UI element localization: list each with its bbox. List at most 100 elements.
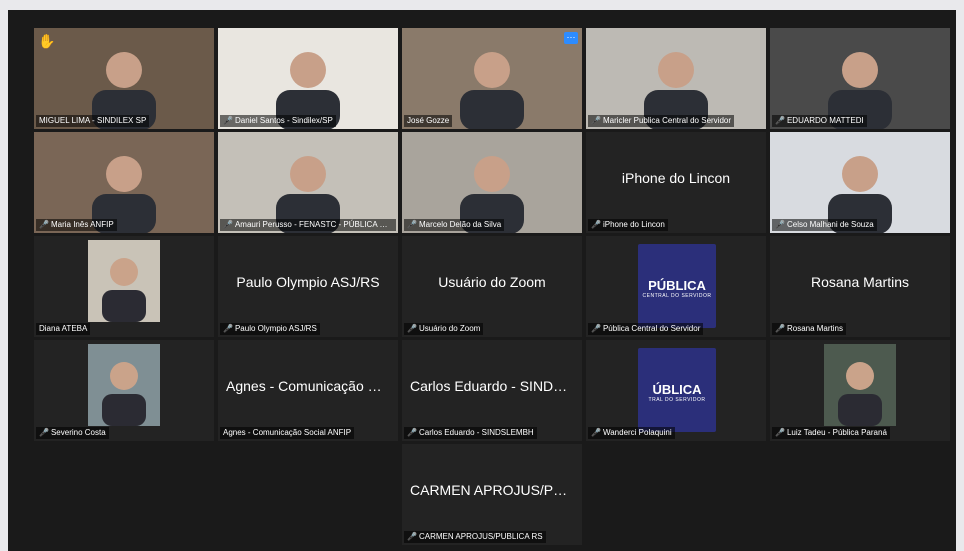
participant-name-label: Agnes - Comunicação Social ANFIP [220,427,355,439]
muted-mic-icon: 🎤 [223,220,233,229]
participant-name: Luiz Tadeu - Pública Paraná [786,428,887,437]
participant-name-label: 🎤 Carlos Eduardo - SINDSLEMBH [404,427,537,439]
participant-name: José Gozze [407,116,450,125]
participant-name: Rosana Martins [786,324,843,333]
participant-tile[interactable]: 🎤 Amauri Perusso - FENASTC - PÚBLICA Ce..… [218,132,398,233]
participant-name-label: 🎤 Pública Central do Servidor [588,323,704,335]
participant-name: Wanderci Polaquini [602,428,672,437]
participant-name-label: 🎤 Rosana Martins [772,323,846,335]
participant-display-name: CARMEN APROJUS/PUBL... [410,482,582,498]
participant-name: Daniel Santos - Sindilex/SP [234,116,333,125]
participant-tile[interactable]: 🎤 Celso Malhani de Souza [770,132,950,233]
participant-tile[interactable]: 🎤 Daniel Santos - Sindilex/SP [218,28,398,129]
participant-name: Maricler Publica Central do Servidor [602,116,732,125]
participant-name: Agnes - Comunicação Social ANFIP [223,428,352,437]
participant-name-label: 🎤 Severino Costa [36,427,109,439]
participant-video [402,28,582,129]
participant-video-thumbnail [824,344,896,426]
participant-name: iPhone do Lincon [602,220,665,229]
participant-name: MIGUEL LIMA - SINDILEX SP [39,116,147,125]
participant-name-label: 🎤 Maria Inês ANFIP [36,219,117,231]
participant-name: Celso Malhani de Souza [786,220,874,229]
participant-name: Marcelo Delão da Silva [418,220,502,229]
participant-video [770,132,950,233]
participant-tile[interactable]: 🎤 Maria Inês ANFIP [34,132,214,233]
participant-name: EDUARDO MATTEDI [786,116,864,125]
muted-mic-icon: 🎤 [39,428,49,437]
muted-mic-icon: 🎤 [407,324,417,333]
participant-name: CARMEN APROJUS/PUBLICA RS [418,532,543,541]
muted-mic-icon: 🎤 [591,116,601,125]
participant-tile[interactable]: 🎤 Severino Costa [34,340,214,441]
participant-tile[interactable]: iPhone do Lincon 🎤 iPhone do Lincon [586,132,766,233]
participant-tile[interactable]: Usuário do Zoom 🎤 Usuário do Zoom [402,236,582,337]
participant-name-label: Diana ATEBA [36,323,91,335]
participant-name: Pública Central do Servidor [602,324,701,333]
participant-tile[interactable]: Rosana Martins 🎤 Rosana Martins [770,236,950,337]
muted-mic-icon: 🎤 [407,532,417,541]
participant-name-label: MIGUEL LIMA - SINDILEX SP [36,115,150,127]
participant-tile[interactable]: 🎤 Marcelo Delão da Silva [402,132,582,233]
participant-display-name: Rosana Martins [810,274,910,290]
participant-name: Diana ATEBA [39,324,88,333]
participant-display-name: Carlos Eduardo - SINDSL... [410,378,582,394]
participant-name: Maria Inês ANFIP [50,220,114,229]
participant-display-name: Usuário do Zoom [438,274,546,290]
participant-video-thumbnail [88,344,160,426]
muted-mic-icon: 🎤 [223,324,233,333]
muted-mic-icon: 🎤 [775,220,785,229]
publica-logo: PÚBLICA CENTRAL DO SERVIDOR [638,244,716,328]
participant-name-label: José Gozze [404,115,453,127]
participant-name-label: 🎤 Celso Malhani de Souza [772,219,877,231]
participant-tile[interactable]: Agnes - Comunicação So... Agnes - Comunic… [218,340,398,441]
participant-video-thumbnail [88,240,160,322]
participant-name-label: 🎤 Usuário do Zoom [404,323,484,335]
participant-video [586,28,766,129]
participant-video [402,132,582,233]
muted-mic-icon: 🎤 [591,220,601,229]
participant-tile[interactable]: Paulo Olympio ASJ/RS 🎤 Paulo Olympio ASJ/R… [218,236,398,337]
participant-name-label: 🎤 Wanderci Polaquini [588,427,675,439]
participant-name-label: 🎤 EDUARDO MATTEDI [772,115,867,127]
muted-mic-icon: 🎤 [775,324,785,333]
more-options-icon[interactable]: ⋯ [564,32,578,44]
publica-logo: ÚBLICA TRAL DO SERVIDOR [638,348,716,432]
muted-mic-icon: 🎤 [39,220,49,229]
participant-tile[interactable]: CARMEN APROJUS/PUBL... 🎤 CARMEN APROJUS/PU… [402,444,582,545]
participant-name-label: 🎤 Maricler Publica Central do Servidor [588,115,735,127]
participant-tile[interactable]: ⋯ José Gozze [402,28,582,129]
participant-name-label: 🎤 Marcelo Delão da Silva [404,219,505,231]
participant-name-label: 🎤 Amauri Perusso - FENASTC - PÚBLICA Ce..… [220,219,396,231]
participant-video [218,28,398,129]
participant-name-label: 🎤 Paulo Olympio ASJ/RS [220,323,320,335]
muted-mic-icon: 🎤 [407,428,417,437]
participant-tile[interactable]: 🎤 EDUARDO MATTEDI [770,28,950,129]
muted-mic-icon: 🎤 [591,428,601,437]
participant-name-label: 🎤 Daniel Santos - Sindilex/SP [220,115,336,127]
zoom-gallery-view: ✋ MIGUEL LIMA - SINDILEX SP 🎤 Daniel Santos… [8,10,956,551]
participant-name-label: 🎤 CARMEN APROJUS/PUBLICA RS [404,531,546,543]
muted-mic-icon: 🎤 [407,220,417,229]
participant-tile[interactable]: ÚBLICA TRAL DO SERVIDOR 🎤 Wanderci Polaquin… [586,340,766,441]
muted-mic-icon: 🎤 [775,116,785,125]
participant-display-name: Agnes - Comunicação So... [226,378,397,394]
participant-display-name: iPhone do Lincon [621,170,731,186]
participant-video [34,132,214,233]
participant-name: Amauri Perusso - FENASTC - PÚBLICA Ce... [234,220,396,229]
participant-tile[interactable]: PÚBLICA CENTRAL DO SERVIDOR 🎤 Pública Centr… [586,236,766,337]
participant-tile[interactable]: 🎤 Maricler Publica Central do Servidor [586,28,766,129]
participant-video [34,28,214,129]
muted-mic-icon: 🎤 [223,116,233,125]
participant-tile[interactable]: 🎤 Luiz Tadeu - Pública Paraná [770,340,950,441]
participant-name: Severino Costa [50,428,106,437]
participant-name-label: 🎤 iPhone do Lincon [588,219,668,231]
participant-tile[interactable]: Carlos Eduardo - SINDSL... 🎤 Carlos Eduard… [402,340,582,441]
participant-tile[interactable]: ✋ MIGUEL LIMA - SINDILEX SP [34,28,214,129]
participant-tile[interactable]: Diana ATEBA [34,236,214,337]
participant-video [770,28,950,129]
participant-name-label: 🎤 Luiz Tadeu - Pública Paraná [772,427,890,439]
participant-video [218,132,398,233]
participant-name: Carlos Eduardo - SINDSLEMBH [418,428,534,437]
muted-mic-icon: 🎤 [591,324,601,333]
participant-display-name: Paulo Olympio ASJ/RS [236,274,380,290]
